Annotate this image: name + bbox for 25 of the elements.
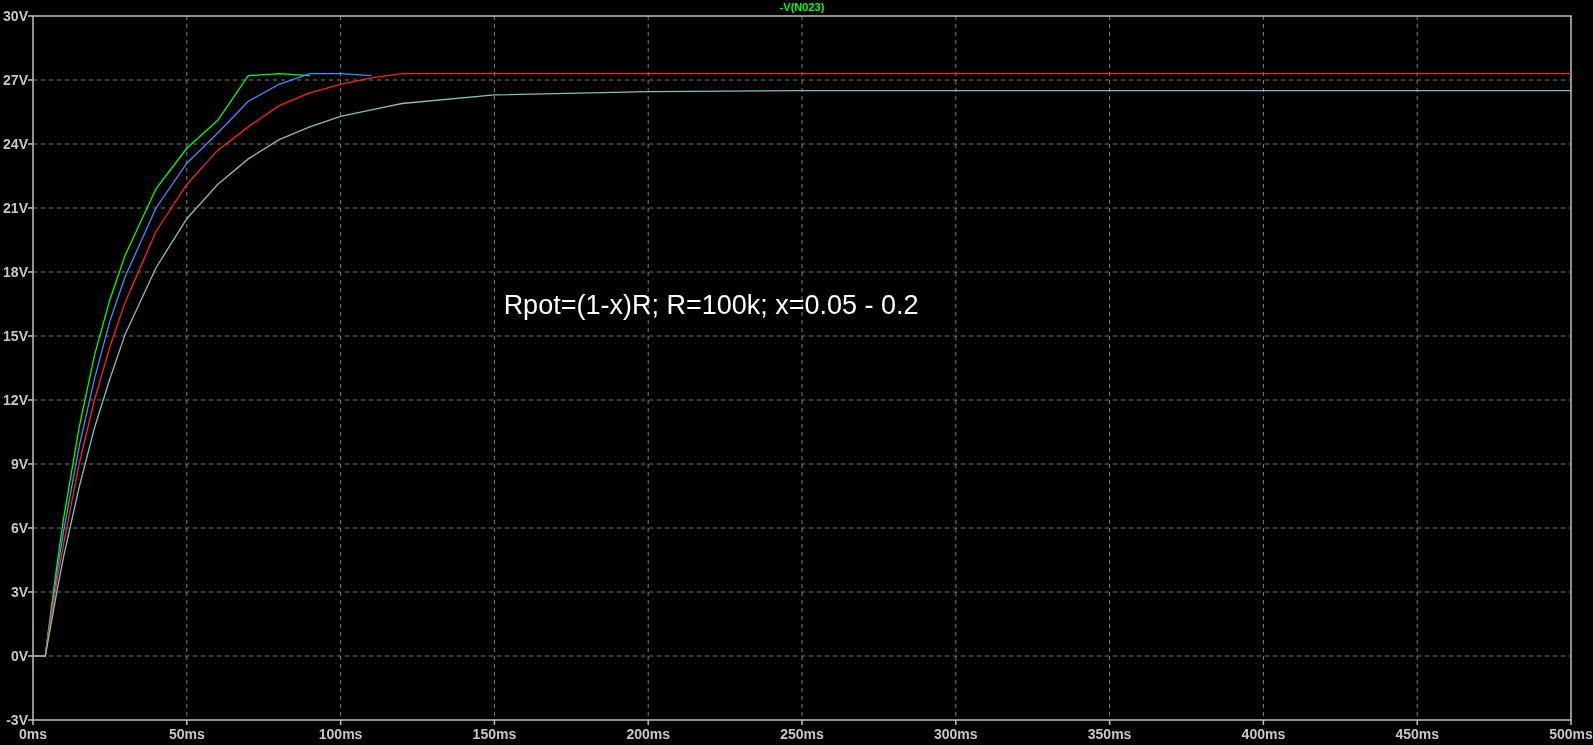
y-tick-label: 30V [3,8,28,24]
y-tick-label: 21V [3,200,28,216]
x-tick-label: 250ms [780,726,824,742]
x-tick-label: 350ms [1087,726,1132,742]
x-tick-label: 0ms [19,726,47,742]
y-tick-label: 27V [3,72,28,88]
x-tick-label: 100ms [318,726,363,742]
y-tick-label: 0V [10,648,28,664]
y-tick-label: -3V [6,712,28,728]
plot-title: -V(N023) [779,1,825,13]
x-tick-label: 50ms [168,726,205,742]
y-tick-label: 3V [10,584,28,600]
annotation-text: Rpot=(1-x)R; R=100k; x=0.05 - 0.2 [503,290,919,320]
x-tick-label: 150ms [472,726,517,742]
y-tick-label: 24V [3,136,28,152]
y-tick-label: 9V [10,456,28,472]
y-tick-label: 12V [3,392,28,408]
x-tick-label: 300ms [934,726,978,742]
y-tick-label: 18V [3,264,28,280]
x-tick-label: 450ms [1395,726,1439,742]
x-tick-label: 400ms [1241,726,1286,742]
y-tick-label: 6V [10,520,28,536]
x-tick-label: 500ms [1549,726,1593,742]
y-tick-label: 15V [3,328,28,344]
x-tick-label: 200ms [626,726,670,742]
